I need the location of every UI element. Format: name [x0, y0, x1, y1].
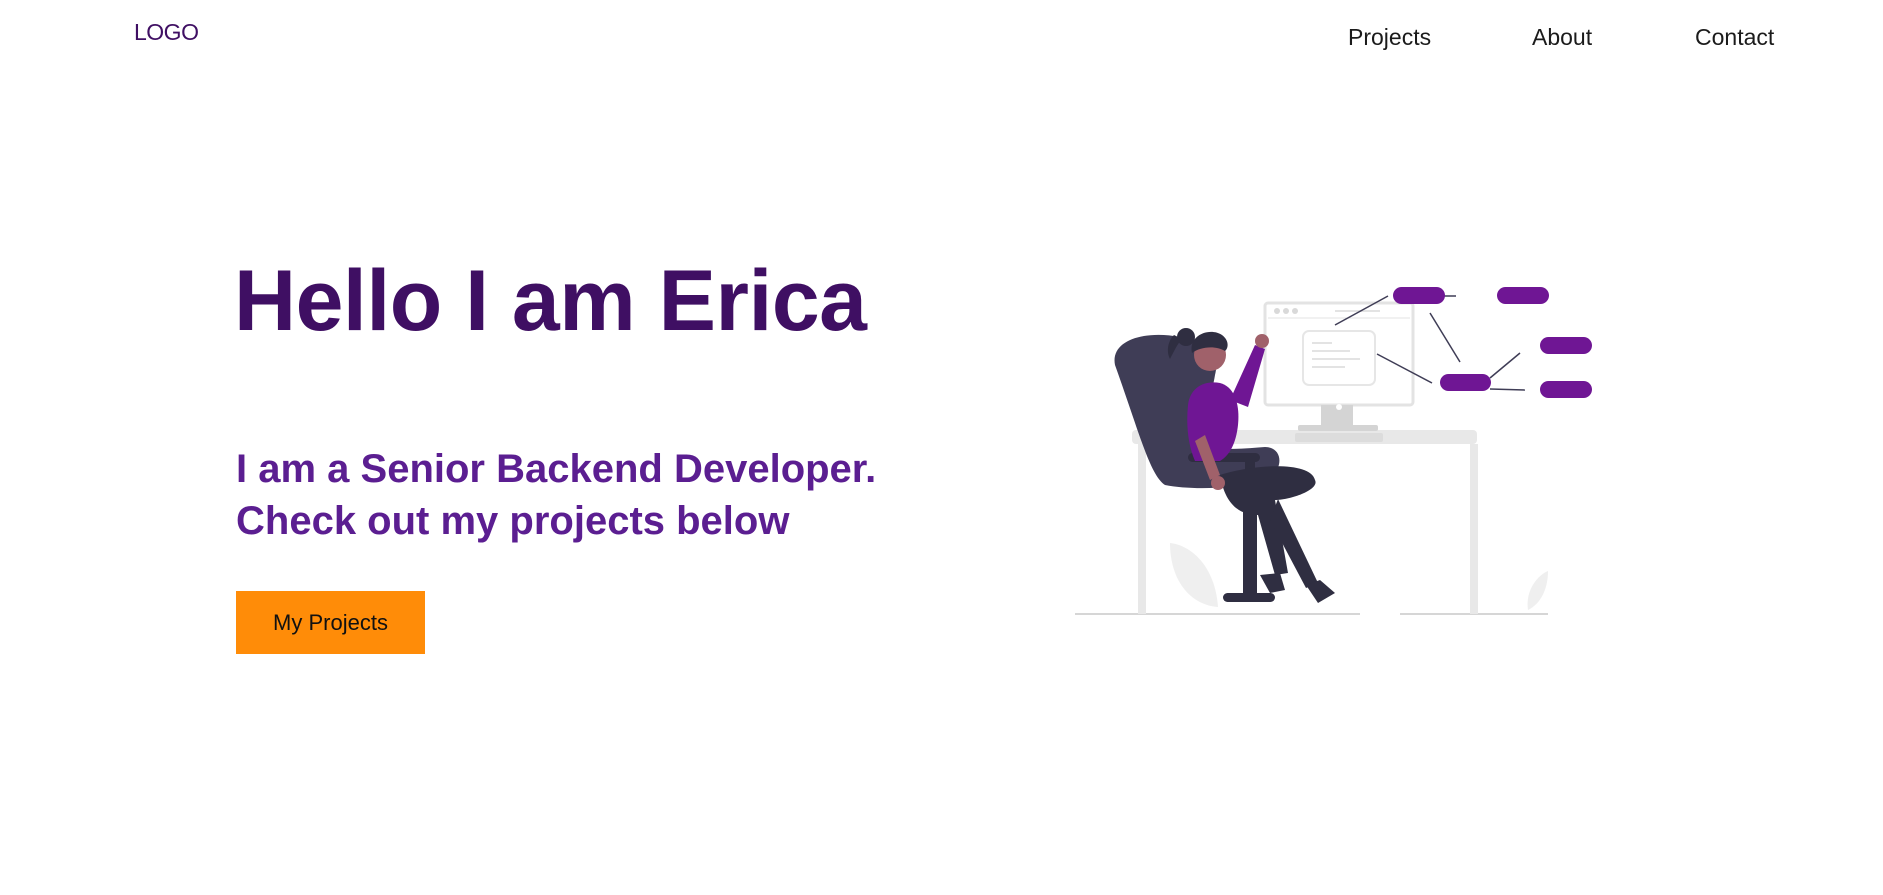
- developer-at-desk-illustration: [1075, 287, 1592, 615]
- page: LOGO Projects About Contact Hello I am E…: [0, 0, 1883, 895]
- keyboard: [1295, 433, 1383, 442]
- hero-subtitle-line-1: I am a Senior Backend Developer.: [236, 447, 877, 491]
- my-projects-button[interactable]: My Projects: [236, 591, 425, 654]
- diagram-nodes: [1393, 287, 1592, 398]
- main-nav: Projects About Contact: [0, 24, 1883, 54]
- plant-leaf-right: [1527, 571, 1548, 610]
- hero-title: Hello I am Erica: [234, 253, 867, 349]
- plant-leaf-left: [1170, 543, 1218, 607]
- nav-link-about[interactable]: About: [1532, 24, 1592, 51]
- nav-link-contact[interactable]: Contact: [1695, 24, 1774, 51]
- hero-subtitle-line-2: Check out my projects below: [236, 499, 790, 543]
- hero-subtitle: I am a Senior Backend Developer. Check o…: [236, 443, 876, 547]
- nav-link-projects[interactable]: Projects: [1348, 24, 1431, 51]
